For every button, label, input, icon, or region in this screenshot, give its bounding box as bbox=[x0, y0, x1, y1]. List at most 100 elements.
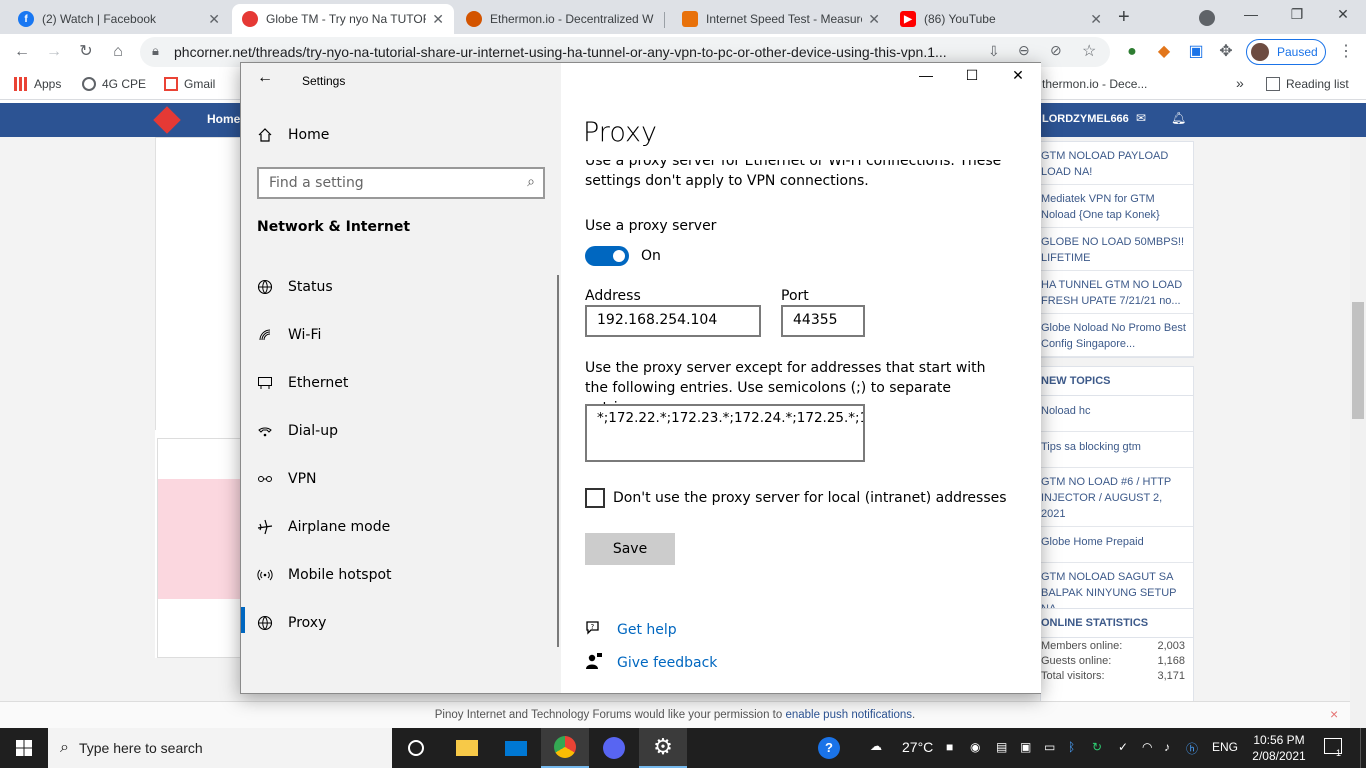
bluetooth-icon[interactable]: ᛒ bbox=[1068, 740, 1075, 754]
bookmarks-overflow[interactable]: » bbox=[1236, 75, 1244, 91]
nav-item-vpn[interactable]: VPN bbox=[257, 465, 317, 493]
bookmark-apps[interactable]: Apps bbox=[14, 77, 61, 91]
close-window-icon[interactable]: ✕ bbox=[995, 67, 1041, 91]
bookmark-ethermon[interactable]: thermon.io - Dece... bbox=[1042, 77, 1147, 91]
topic-link[interactable]: Noload hc bbox=[1041, 396, 1193, 432]
close-tab-icon[interactable]: ✕ bbox=[432, 11, 444, 28]
topic-link[interactable]: GTM NO LOAD #6 / HTTP INJECTOR / AUGUST … bbox=[1041, 468, 1193, 527]
metamask-icon[interactable]: ◆ bbox=[1154, 42, 1174, 62]
url-text[interactable]: phcorner.net/threads/try-nyo-na-tutorial… bbox=[174, 44, 974, 60]
weather-icon[interactable]: ☁ bbox=[870, 739, 882, 753]
file-explorer-app[interactable] bbox=[443, 728, 491, 768]
start-button[interactable] bbox=[0, 728, 48, 768]
tab-phcorner[interactable]: Globe TM - Try nyo Na TUTORI ✕ bbox=[232, 4, 454, 34]
phcorner-logo-icon[interactable] bbox=[153, 106, 181, 134]
nav-scrollbar[interactable] bbox=[557, 275, 559, 647]
home-icon[interactable]: ⌂ bbox=[108, 42, 128, 62]
reading-list-button[interactable]: Reading list bbox=[1266, 77, 1349, 91]
nav-item-proxy[interactable]: Proxy bbox=[257, 609, 326, 637]
profile-paused-button[interactable]: Paused bbox=[1246, 39, 1326, 65]
sidebar-thread[interactable]: GLOBE NO LOAD 50MBPS!! LIFETIME bbox=[1041, 228, 1193, 271]
chrome-app[interactable] bbox=[541, 728, 589, 768]
minimize-icon[interactable]: — bbox=[903, 67, 949, 91]
local-bypass-checkbox[interactable] bbox=[585, 488, 605, 508]
hp-icon[interactable]: ⓗ bbox=[1186, 740, 1198, 757]
extension-globe-icon[interactable]: ● bbox=[1122, 42, 1142, 62]
inbox-icon[interactable]: ✉ bbox=[1136, 111, 1146, 125]
tray-shield-icon[interactable]: ▣ bbox=[1020, 740, 1031, 754]
bookmark-gmail[interactable]: Gmail bbox=[164, 77, 215, 91]
extensions-puzzle-icon[interactable]: ✥ bbox=[1216, 42, 1236, 62]
minimize-icon[interactable]: — bbox=[1228, 6, 1274, 22]
tray-discord-icon[interactable]: ◉ bbox=[970, 740, 980, 754]
extension-shield-icon[interactable]: ▣ bbox=[1186, 42, 1206, 62]
new-tab-button[interactable]: + bbox=[1118, 6, 1130, 29]
close-tab-icon[interactable]: ✕ bbox=[208, 11, 220, 28]
close-tab-icon[interactable]: ✕ bbox=[868, 11, 880, 28]
port-input[interactable]: 44355 bbox=[781, 305, 865, 337]
taskbar-clock[interactable]: 10:56 PM 2/08/2021 bbox=[1247, 732, 1311, 764]
nav-item-wifi[interactable]: Wi-Fi bbox=[257, 321, 321, 349]
nav-item-hotspot[interactable]: Mobile hotspot bbox=[257, 561, 392, 589]
tray-monitor-icon[interactable]: ▭ bbox=[1044, 740, 1055, 754]
nav-item-status[interactable]: Status bbox=[257, 273, 333, 301]
site-nav-home[interactable]: Home bbox=[207, 112, 240, 126]
bookmark-4g-cpe[interactable]: 4G CPE bbox=[82, 77, 146, 91]
address-input[interactable]: 192.168.254.104 bbox=[585, 305, 761, 337]
topic-link[interactable]: Tips sa blocking gtm bbox=[1041, 432, 1193, 468]
tracking-icon[interactable]: ⊘ bbox=[1050, 42, 1062, 59]
install-icon[interactable]: ⇩ bbox=[988, 43, 1000, 60]
sidebar-thread[interactable]: GTM NOLOAD PAYLOAD LOAD NA! bbox=[1041, 142, 1193, 185]
bookmark-star-icon[interactable]: ☆ bbox=[1082, 41, 1096, 61]
get-help-link[interactable]: ? Get help bbox=[585, 620, 677, 640]
page-scrollbar[interactable] bbox=[1350, 137, 1366, 728]
volume-icon[interactable]: ♪ bbox=[1164, 740, 1170, 754]
lock-icon[interactable]: 🔒︎ bbox=[152, 43, 159, 59]
save-button[interactable]: Save bbox=[585, 533, 675, 565]
tab-ethermon[interactable]: Ethermon.io - Decentralized W bbox=[456, 4, 670, 34]
menu-kebab-icon[interactable]: ⋮ bbox=[1336, 42, 1356, 62]
site-username[interactable]: LORDZYMEL666 bbox=[1042, 113, 1129, 125]
sidebar-thread[interactable]: Mediatek VPN for GTM Noload {One tap Kon… bbox=[1041, 185, 1193, 228]
nav-item-dialup[interactable]: Dial-up bbox=[257, 417, 338, 445]
back-arrow-icon[interactable]: ← bbox=[257, 69, 273, 87]
proxy-exceptions-textarea[interactable]: *;172.22.*;172.23.*;172.24.*;172.25.*;17… bbox=[585, 404, 865, 462]
task-view-button[interactable] bbox=[392, 728, 440, 768]
zoom-icon[interactable]: ⊖ bbox=[1018, 42, 1030, 59]
close-tab-icon[interactable]: ✕ bbox=[1090, 11, 1102, 28]
nav-item-airplane[interactable]: Airplane mode bbox=[257, 513, 390, 541]
reload-icon[interactable]: ↻ bbox=[76, 42, 96, 62]
sidebar-thread[interactable]: Globe Noload No Promo Best Config Singap… bbox=[1041, 314, 1193, 357]
topic-link[interactable]: Globe Home Prepaid bbox=[1041, 527, 1193, 563]
discord-app[interactable] bbox=[590, 728, 638, 768]
enable-notifications-link[interactable]: enable push notifications bbox=[785, 709, 912, 721]
mail-app[interactable] bbox=[492, 728, 540, 768]
close-window-icon[interactable]: ✕ bbox=[1320, 6, 1366, 23]
tray-check-icon[interactable]: ✓ bbox=[1118, 740, 1128, 754]
notif-close-icon[interactable]: × bbox=[1330, 706, 1338, 722]
show-desktop-button[interactable] bbox=[1360, 728, 1366, 768]
tab-youtube[interactable]: ▶ (86) YouTube ✕ bbox=[890, 4, 1112, 34]
tray-sync-icon[interactable]: ↻ bbox=[1092, 740, 1102, 754]
scrollbar-thumb[interactable] bbox=[1352, 302, 1364, 419]
use-proxy-toggle[interactable] bbox=[585, 246, 629, 266]
help-icon[interactable]: ? bbox=[818, 737, 840, 759]
tray-notepad-icon[interactable]: ▤ bbox=[996, 740, 1007, 754]
taskbar-search-input[interactable]: ⌕ Type here to search bbox=[48, 728, 392, 768]
maximize-icon[interactable]: ☐ bbox=[949, 67, 995, 91]
forward-icon[interactable]: → bbox=[44, 42, 64, 62]
temperature[interactable]: 27°C bbox=[902, 739, 933, 755]
settings-app[interactable]: ⚙ bbox=[639, 728, 687, 768]
tab-search-icon[interactable] bbox=[1199, 10, 1215, 26]
back-icon[interactable]: ← bbox=[12, 42, 32, 62]
nav-home[interactable]: Home bbox=[257, 121, 329, 149]
sidebar-thread[interactable]: HA TUNNEL GTM NO LOAD FRESH UPATE 7/21/2… bbox=[1041, 271, 1193, 314]
tab-speedtest[interactable]: Internet Speed Test - Measure ✕ bbox=[672, 4, 890, 34]
language-indicator[interactable]: ENG bbox=[1212, 740, 1238, 754]
give-feedback-link[interactable]: Give feedback bbox=[585, 652, 717, 674]
alerts-bell-icon[interactable]: 🔔︎ bbox=[1171, 111, 1186, 125]
nav-item-ethernet[interactable]: Ethernet bbox=[257, 369, 348, 397]
tray-app-icon[interactable]: ■ bbox=[946, 740, 953, 754]
network-wifi-icon[interactable]: ◠ bbox=[1142, 740, 1152, 754]
find-setting-input[interactable]: Find a setting ⌕ bbox=[257, 167, 545, 199]
